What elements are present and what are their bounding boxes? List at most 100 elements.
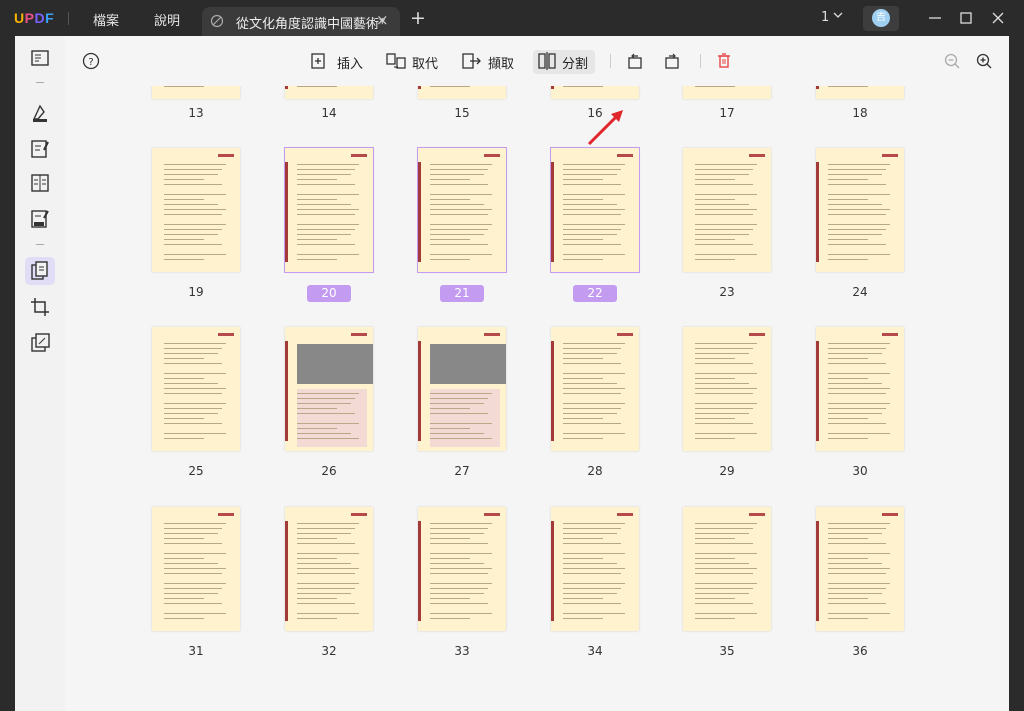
- page-text-line: [563, 538, 603, 540]
- page-thumbnail[interactable]: [683, 148, 771, 272]
- page-text-line: [297, 408, 337, 410]
- page-text-line: [297, 588, 355, 590]
- page-thumbnail[interactable]: [285, 327, 373, 451]
- menu-file[interactable]: 檔案: [93, 10, 119, 29]
- page-text-line: [430, 393, 492, 395]
- page-number: 34: [587, 644, 603, 658]
- page-text-line: [828, 254, 890, 256]
- page-text-line: [828, 563, 882, 565]
- form-icon[interactable]: [29, 172, 51, 194]
- page-text-line: [164, 393, 222, 395]
- page-text-line: [430, 86, 470, 88]
- page-count[interactable]: 1: [821, 10, 829, 25]
- page-text-line: [695, 373, 757, 375]
- page-thumbnail[interactable]: [551, 507, 639, 631]
- page-text-line: [695, 239, 735, 241]
- page-thumbnail[interactable]: [152, 507, 240, 631]
- page-text-line: [164, 348, 222, 350]
- page-text-line: [828, 164, 890, 166]
- page-text-line: [164, 408, 222, 410]
- page-thumbnail[interactable]: [816, 507, 904, 631]
- page-text-line: [297, 194, 359, 196]
- page-text-line: [828, 438, 868, 440]
- page-thumbnail[interactable]: [816, 327, 904, 451]
- page-text-line: [828, 388, 890, 390]
- page-text-line: [164, 174, 218, 176]
- split-button[interactable]: 分割: [533, 50, 595, 74]
- delete-icon[interactable]: [715, 52, 733, 70]
- page-text-line: [164, 343, 226, 345]
- replace-button[interactable]: 取代: [385, 50, 445, 74]
- page-text-line: [164, 388, 226, 390]
- updf-logo[interactable]: UPDF: [14, 10, 54, 26]
- page-thumbnail[interactable]: [284, 147, 374, 273]
- crop-icon[interactable]: [29, 296, 51, 318]
- page-text-line: [430, 413, 488, 415]
- sign-icon[interactable]: [29, 208, 51, 230]
- page-text-line: [430, 558, 470, 560]
- edit-pdf-icon[interactable]: [29, 138, 51, 160]
- page-text-line: [297, 603, 355, 605]
- page-text-line: [563, 388, 625, 390]
- page-text-line: [430, 254, 492, 256]
- chevron-down-icon[interactable]: [833, 10, 843, 20]
- reader-icon[interactable]: [29, 48, 51, 70]
- extract-button[interactable]: 擷取: [461, 50, 521, 74]
- page-text-line: [828, 568, 890, 570]
- minimize-icon[interactable]: [925, 8, 945, 28]
- page-margin-bar: [285, 521, 288, 621]
- insert-button[interactable]: 插入: [310, 50, 370, 74]
- rotate-right-icon[interactable]: [663, 52, 681, 70]
- page-thumbnail[interactable]: [152, 327, 240, 451]
- toolbar-divider: [700, 54, 701, 68]
- page-text-line: [164, 239, 204, 241]
- page-text-line: [297, 184, 355, 186]
- page-text-line: [430, 224, 492, 226]
- page-header-mark: [218, 333, 234, 336]
- page-thumbnail[interactable]: [418, 507, 506, 631]
- page-text-line: [828, 169, 886, 171]
- page-margin-bar: [551, 341, 554, 441]
- batch-icon[interactable]: [29, 332, 51, 354]
- close-window-icon[interactable]: [988, 8, 1008, 28]
- page-text-line: [563, 588, 621, 590]
- page-text-line: [297, 613, 359, 615]
- page-text-line: [430, 408, 470, 410]
- page-thumbnail[interactable]: [418, 327, 506, 451]
- page-text-line: [297, 533, 351, 535]
- page-text-line: [563, 244, 621, 246]
- page-thumbnail[interactable]: [550, 147, 640, 273]
- zoom-in-icon[interactable]: [975, 52, 993, 70]
- page-text-line: [563, 348, 621, 350]
- document-tab[interactable]: 從文化角度認識中國藝術* ×: [202, 7, 400, 36]
- page-text-line: [164, 588, 222, 590]
- page-text-line: [430, 428, 470, 430]
- rotate-left-icon[interactable]: [626, 52, 644, 70]
- page-thumbnail[interactable]: [417, 147, 507, 273]
- page-text-line: [828, 244, 886, 246]
- page-number: 19: [188, 285, 204, 299]
- close-tab-icon[interactable]: ×: [376, 11, 389, 29]
- page-text-line: [164, 378, 204, 380]
- page-text-line: [828, 423, 886, 425]
- page-text-line: [430, 398, 488, 400]
- page-text-line: [164, 538, 204, 540]
- help-icon[interactable]: ?: [82, 52, 100, 70]
- menu-help[interactable]: 說明: [154, 10, 180, 29]
- account-button[interactable]: 吉: [863, 6, 899, 31]
- zoom-out-icon[interactable]: [943, 52, 961, 70]
- page-number: 27: [454, 464, 470, 478]
- page-thumbnail[interactable]: [152, 148, 240, 272]
- page-thumbnail[interactable]: [683, 507, 771, 631]
- page-thumbnail[interactable]: [285, 507, 373, 631]
- page-thumbnail[interactable]: [551, 327, 639, 451]
- add-tab-icon[interactable]: +: [410, 7, 426, 29]
- page-text-line: [563, 209, 625, 211]
- page-thumbnail[interactable]: [683, 327, 771, 451]
- maximize-icon[interactable]: [956, 8, 976, 28]
- page-text-line: [297, 229, 355, 231]
- page-thumbnail[interactable]: [816, 148, 904, 272]
- organize-pages-icon[interactable]: [29, 260, 51, 282]
- comment-icon[interactable]: [29, 102, 51, 124]
- page-number: 20: [307, 285, 351, 302]
